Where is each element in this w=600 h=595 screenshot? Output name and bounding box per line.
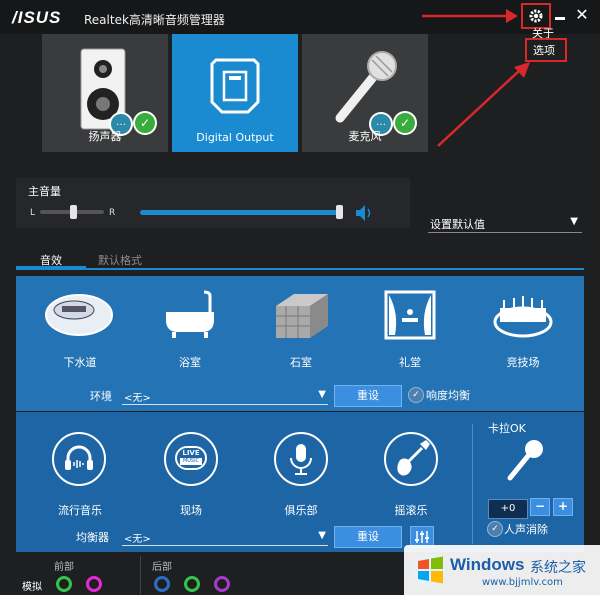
device-label-microphone: 麦克风 [348,130,382,143]
env-label-arena: 竞技场 [506,356,540,369]
karaoke-value-field[interactable]: +0 [488,499,528,519]
env-label-stone-room: 石室 [290,356,312,369]
asus-logo: /ISUS [12,8,62,27]
default-select[interactable]: 设置默认值 ▼ [428,216,582,233]
arena-icon[interactable] [492,292,554,340]
analog-label: 模拟 [22,582,42,593]
sewer-icon[interactable] [44,292,114,338]
environment-select-value: <无> [124,393,151,404]
annotation-arrow-top [422,9,518,23]
equalizer-select-value: <无> [124,534,151,545]
eq-label-rock: 摇滚乐 [394,504,428,517]
windows-logo-icon [413,554,445,586]
rock-icon[interactable] [384,432,438,486]
chevron-down-icon: ▼ [570,216,578,227]
watermark-suffix: 系统之家 [530,560,586,576]
loudness-checkbox[interactable]: ✓ [408,387,424,403]
volume-icon[interactable] [354,204,374,222]
front-green-jack[interactable] [56,576,72,592]
pop-music-icon[interactable] [52,432,106,486]
equalizer-select[interactable]: <无> ▼ [122,529,328,546]
environment-reset-button[interactable]: 重设 [334,385,402,407]
eq-label-club: 俱乐部 [284,504,318,517]
minimize-icon[interactable] [552,6,568,20]
rear-purple-jack[interactable] [214,576,230,592]
env-label-auditorium: 礼堂 [399,356,421,369]
tab-underline [16,268,584,270]
karaoke-label: 卡拉OK [488,422,526,435]
vocal-cancel-label: 人声消除 [504,523,548,536]
front-pink-jack[interactable] [86,576,102,592]
front-label: 前部 [54,562,74,573]
chevron-down-icon: ▼ [318,389,326,400]
watermark-brand: Windows [450,555,525,574]
app-title: Realtek高清晰音频管理器 [84,13,225,27]
annotation-arrow-menu [437,62,530,147]
watermark: Windows 系统之家 www.bjjmlv.com [404,545,600,595]
env-label-bathroom: 浴室 [179,356,201,369]
device-tile-microphone[interactable]: … ✓ 麦克风 [302,34,428,152]
vocal-cancel-checkbox[interactable]: ✓ [487,521,503,537]
default-select-label: 设置默认值 [430,218,485,231]
env-label-sewer: 下水道 [63,356,97,369]
music-badge-text: MUSIC [180,458,202,465]
club-icon[interactable] [274,432,328,486]
volume-panel [16,178,410,228]
loudness-label: 响度均衡 [426,389,470,402]
balance-slider-knob[interactable] [70,205,77,219]
tab-effects[interactable]: 音效 [40,252,62,268]
digital-output-icon [210,58,260,114]
stone-room-icon[interactable] [272,292,330,340]
karaoke-mic-icon [507,440,543,481]
balance-left-label: L [30,208,36,218]
equalizer-label: 均衡器 [76,531,109,544]
device-tile-digital-output[interactable]: Digital Output [172,34,298,152]
master-volume-slider[interactable] [140,210,340,215]
live-badge-text: LIVE [182,449,200,457]
microphone-icon [335,51,397,123]
rear-green-jack[interactable] [184,576,200,592]
watermark-url: www.bjjmlv.com [482,577,563,588]
environment-select[interactable]: <无> ▼ [122,388,328,405]
eq-label-pop: 流行音乐 [58,504,102,517]
master-volume-knob[interactable] [336,205,343,219]
tab-default-format[interactable]: 默认格式 [98,252,142,268]
device-label-speaker: 扬声器 [88,130,122,143]
jack-divider [140,556,141,594]
auditorium-icon[interactable] [384,290,436,340]
balance-right-label: R [109,208,116,218]
close-icon[interactable]: ✕ [573,4,591,26]
rear-label: 后部 [152,562,172,573]
environment-label: 环境 [90,390,112,403]
karaoke-plus-button[interactable]: + [553,498,573,516]
bathroom-icon[interactable] [160,290,220,340]
device-label-digital-output: Digital Output [196,131,274,144]
rear-blue-jack[interactable] [154,576,170,592]
equalizer-reset-button[interactable]: 重设 [334,526,402,548]
device-tile-speaker[interactable]: … ✓ 扬声器 [42,34,168,152]
live-icon[interactable]: LIVE MUSIC [164,432,218,486]
karaoke-divider [472,424,473,544]
eq-label-live: 现场 [180,504,202,517]
karaoke-minus-button[interactable]: − [530,498,550,516]
chevron-down-icon: ▼ [318,530,326,541]
master-volume-label: 主音量 [28,185,61,198]
